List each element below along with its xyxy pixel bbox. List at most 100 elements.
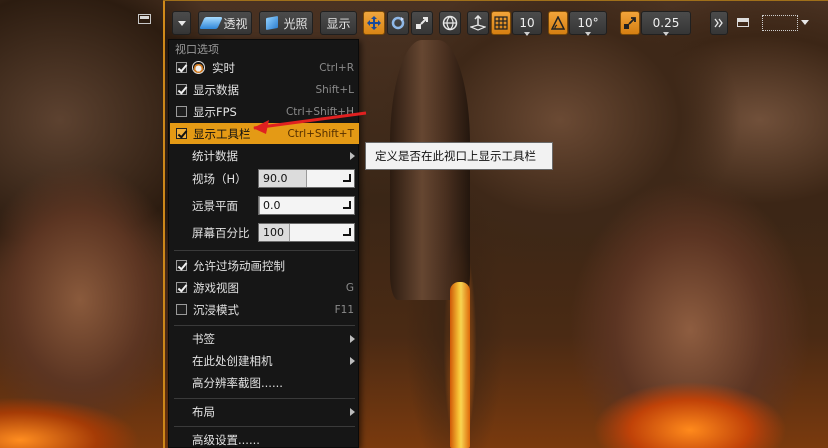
- menu-item-allow-cinematic-control[interactable]: 允许过场动画控制: [170, 255, 359, 276]
- menu-item-shortcut: Ctrl+R: [319, 61, 354, 74]
- chevron-down-icon: [801, 20, 809, 25]
- menu-item-advanced-settings[interactable]: 高级设置......: [170, 429, 359, 448]
- far-plane-spinbox[interactable]: 0.0: [258, 196, 355, 215]
- submenu-arrow-icon: [350, 152, 355, 160]
- checkbox-game-view[interactable]: [176, 282, 187, 293]
- checkbox-realtime[interactable]: [176, 62, 187, 73]
- scale-snap-toggle[interactable]: [620, 11, 640, 35]
- menu-item-label: 屏幕百分比: [192, 225, 250, 240]
- lit-label: 光照: [283, 16, 308, 31]
- show-label: 显示: [326, 16, 351, 31]
- chevron-down-icon: [663, 32, 669, 36]
- viewport-border: [163, 0, 165, 448]
- scale-icon: [416, 17, 428, 29]
- menu-item-shortcut: G: [345, 281, 354, 294]
- double-chevron-right-icon: [714, 18, 723, 28]
- fov-spinbox[interactable]: 90.0: [258, 169, 355, 188]
- resize-grip-icon: [343, 174, 351, 182]
- menu-item-label: 视场（H）: [192, 171, 247, 186]
- more-options-button[interactable]: [710, 11, 728, 35]
- scale-snap-value-button[interactable]: 0.25: [641, 11, 691, 36]
- menu-separator: [174, 325, 355, 326]
- viewport-options-menu: 视口选项 实时 Ctrl+R 显示数据 Shift+L 显示FPS Ctrl+S…: [168, 39, 359, 448]
- menu-item-stat[interactable]: 统计数据: [170, 145, 359, 166]
- tooltip: 定义是否在此视口上显示工具栏: [365, 142, 553, 170]
- submenu-arrow-icon: [350, 357, 355, 365]
- globe-icon: [442, 15, 458, 31]
- perspective-icon: [199, 17, 224, 29]
- menu-item-show-stats[interactable]: 显示数据 Shift+L: [170, 79, 359, 100]
- layout-grid-icon: [762, 15, 798, 31]
- screen-percentage-spinbox[interactable]: 100: [258, 223, 355, 242]
- chevron-down-icon: [585, 32, 591, 36]
- menu-item-label: 书签: [192, 331, 215, 346]
- menu-item-label: 允许过场动画控制: [193, 258, 285, 273]
- rotation-snap-value-button[interactable]: 10°: [569, 11, 607, 36]
- rotation-snap-toggle[interactable]: [548, 11, 568, 35]
- chevron-down-icon: [177, 20, 186, 26]
- menu-item-bookmarks[interactable]: 书签: [170, 328, 359, 349]
- submenu-arrow-icon: [350, 408, 355, 416]
- menu-item-label: 游戏视图: [193, 280, 239, 295]
- menu-item-label: 高级设置......: [192, 432, 260, 447]
- grid-snap-value: 10: [519, 16, 535, 30]
- menu-item-label: 高分辨率截图......: [192, 375, 283, 390]
- fov-value: 90.0: [263, 172, 288, 185]
- lava-stream: [450, 282, 470, 448]
- tooltip-text: 定义是否在此视口上显示工具栏: [375, 149, 536, 163]
- coordinate-system-button[interactable]: [439, 11, 461, 35]
- menu-item-shortcut: F11: [334, 303, 354, 316]
- viewport-options-button[interactable]: [172, 11, 191, 35]
- maximize-toggle-button[interactable]: [733, 16, 753, 30]
- scale-snap-icon: [624, 17, 636, 29]
- menu-item-label: 显示数据: [193, 82, 239, 97]
- realtime-icon: [192, 61, 205, 74]
- scale-tool-button[interactable]: [411, 11, 433, 35]
- checkbox-allow-cinematic-control[interactable]: [176, 260, 187, 271]
- rock-pillar: [390, 40, 470, 300]
- perspective-button[interactable]: 透视: [198, 11, 252, 35]
- menu-separator: [174, 426, 355, 427]
- menu-item-immersive-mode[interactable]: 沉浸模式 F11: [170, 299, 359, 320]
- translate-tool-button[interactable]: [363, 11, 385, 35]
- menu-item-game-view[interactable]: 游戏视图 G: [170, 277, 359, 298]
- perspective-label: 透视: [223, 16, 248, 31]
- grid-snap-value-button[interactable]: 10: [512, 11, 542, 36]
- submenu-arrow-icon: [350, 335, 355, 343]
- viewport-border-top: [163, 0, 828, 1]
- checkbox-show-stats[interactable]: [176, 84, 187, 95]
- menu-item-create-camera[interactable]: 在此处创建相机: [170, 350, 359, 371]
- angle-icon: [551, 16, 565, 30]
- show-button[interactable]: 显示: [320, 11, 357, 35]
- annotation-arrow-icon: [253, 111, 367, 134]
- lit-cube-icon: [264, 16, 280, 30]
- menu-item-shortcut: Shift+L: [315, 83, 354, 96]
- menu-item-high-res-screenshot[interactable]: 高分辨率截图......: [170, 372, 359, 393]
- surface-snap-button[interactable]: [467, 11, 489, 35]
- maximize-viewport-icon[interactable]: [138, 14, 151, 24]
- menu-item-label: 显示FPS: [193, 104, 237, 119]
- checkbox-show-fps[interactable]: [176, 106, 187, 117]
- menu-item-label: 沉浸模式: [193, 302, 239, 317]
- menu-item-label: 布局: [192, 404, 215, 419]
- rotate-icon: [391, 16, 405, 30]
- scale-snap-value: 0.25: [652, 16, 680, 30]
- menu-item-realtime[interactable]: 实时 Ctrl+R: [170, 57, 359, 78]
- menu-separator: [174, 398, 355, 399]
- checkbox-show-toolbar[interactable]: [176, 128, 187, 139]
- menu-item-label: 远景平面: [192, 198, 238, 213]
- resize-grip-icon: [343, 228, 351, 236]
- layout-button[interactable]: [760, 13, 810, 33]
- menu-item-label: 实时: [212, 60, 235, 75]
- menu-item-layouts[interactable]: 布局: [170, 401, 359, 422]
- menu-item-label: 在此处创建相机: [192, 353, 273, 368]
- grid-snap-toggle[interactable]: [491, 11, 511, 35]
- resize-grip-icon: [343, 201, 351, 209]
- rotation-snap-value: 10°: [577, 16, 599, 30]
- chevron-down-icon: [524, 32, 530, 36]
- menu-header: 视口选项: [175, 43, 219, 56]
- rotate-tool-button[interactable]: [387, 11, 409, 35]
- lit-button[interactable]: 光照: [259, 11, 313, 35]
- menu-item-label: 统计数据: [192, 148, 238, 163]
- checkbox-immersive-mode[interactable]: [176, 304, 187, 315]
